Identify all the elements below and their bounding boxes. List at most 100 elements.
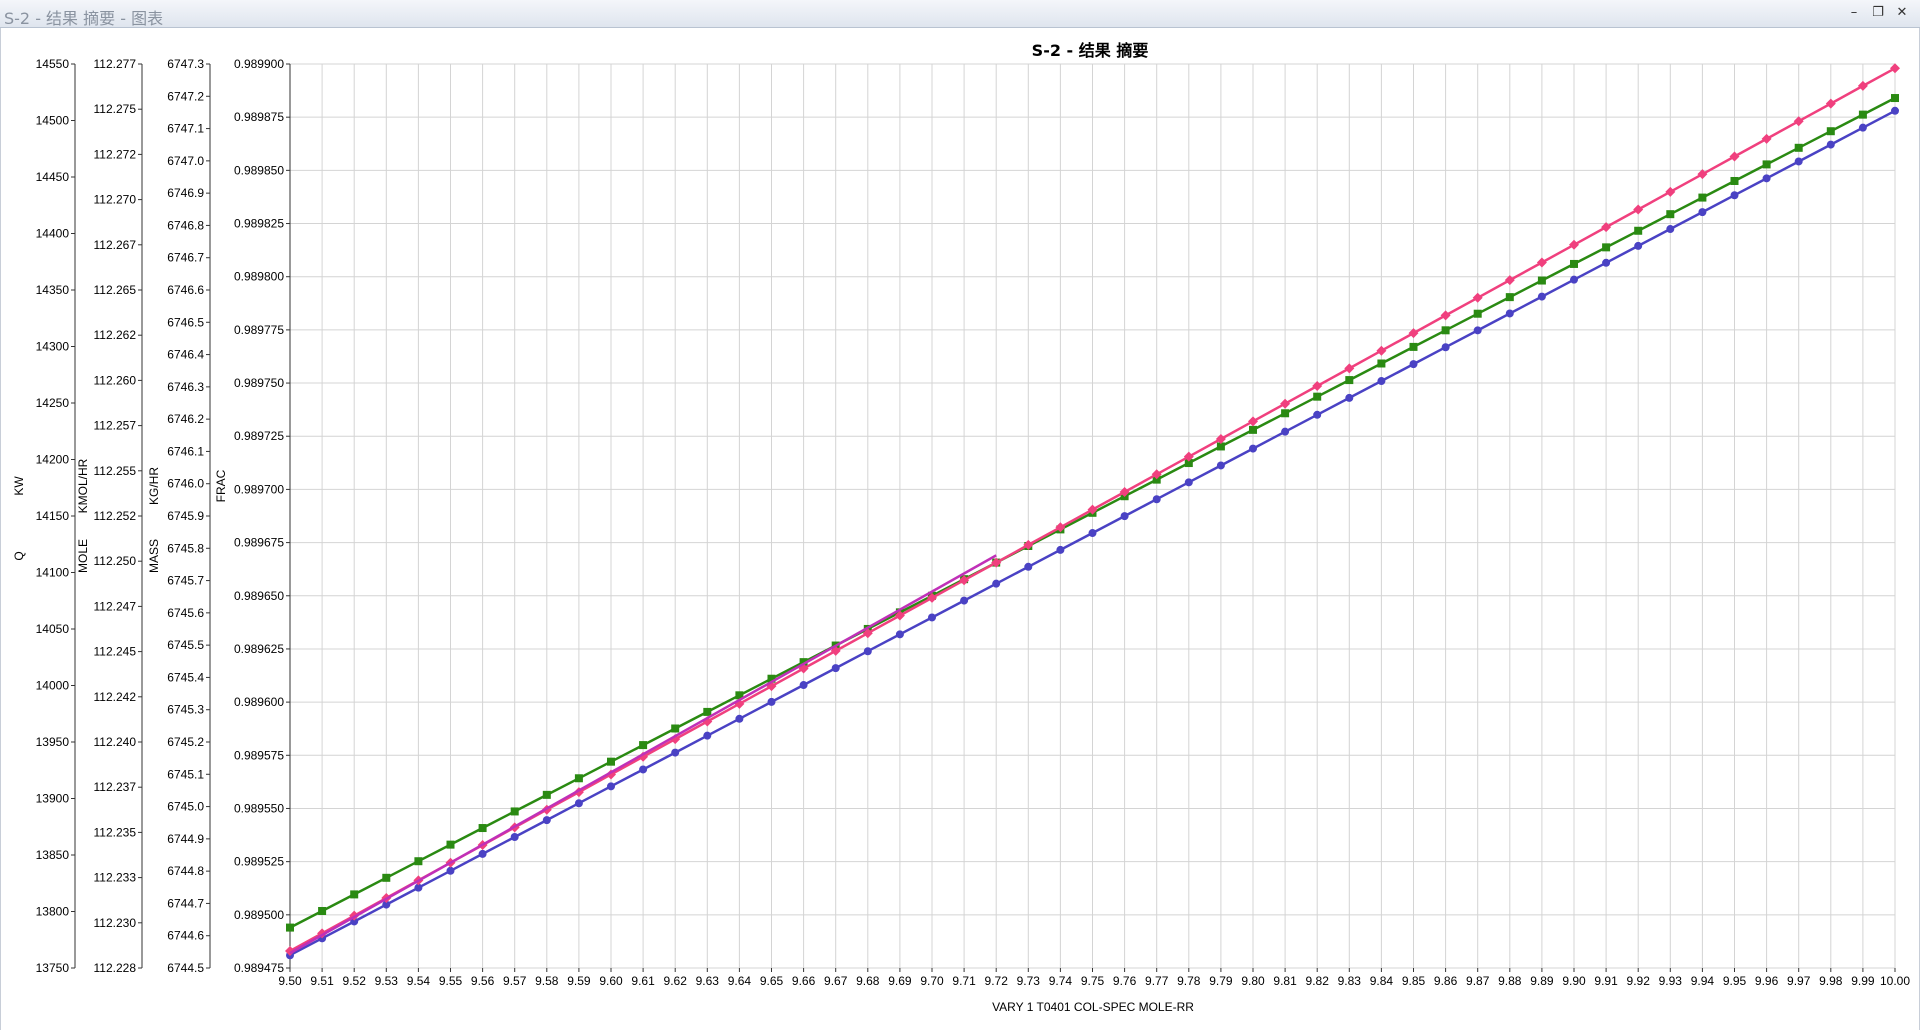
- x-tick-label: 9.99: [1851, 974, 1875, 988]
- series-point-square: [1570, 259, 1578, 268]
- x-tick-label: 9.56: [471, 974, 495, 988]
- y-tick-label-mole: 112.233: [94, 871, 137, 885]
- series-point-circle: [1891, 106, 1899, 115]
- y-axis-name-q: Q: [12, 551, 26, 560]
- y-tick-label-mass: 6746.2: [167, 412, 204, 426]
- close-button[interactable]: ✕: [1892, 4, 1912, 22]
- y-tick-label-mole: 112.242: [94, 690, 137, 704]
- x-tick-label: 9.57: [503, 974, 527, 988]
- series-point-circle: [831, 664, 840, 673]
- y-axis-unit-q: KW: [12, 476, 26, 496]
- series-point-circle: [639, 765, 648, 774]
- series-point-square: [1762, 160, 1771, 169]
- y-tick-label-mass: 6746.0: [167, 477, 204, 491]
- series-point-diamond: [1890, 63, 1900, 74]
- series-point-circle: [542, 816, 551, 825]
- y-tick-label-q: 14350: [36, 283, 70, 297]
- x-tick-label: 9.72: [985, 974, 1009, 988]
- series-point-circle: [1152, 495, 1161, 504]
- y-tick-label-q: 14300: [36, 340, 70, 354]
- series-point-diamond: [1248, 416, 1258, 427]
- series-point-circle: [1024, 562, 1033, 571]
- minimize-button[interactable]: –: [1844, 4, 1864, 22]
- y-axis-unit-mole: KMOL/HR: [76, 458, 90, 513]
- y-tick-label-mass: 6747.1: [167, 122, 204, 136]
- series-point-diamond: [1344, 363, 1355, 374]
- y-tick-label-mass: 6745.5: [167, 638, 204, 652]
- series-point-circle: [510, 833, 519, 842]
- y-tick-label-mass: 6744.9: [167, 832, 204, 846]
- series-point-diamond: [1312, 381, 1323, 392]
- y-tick-label-mole: 112.228: [94, 961, 137, 975]
- series-point-square: [1473, 309, 1482, 318]
- series-point-circle: [992, 579, 1001, 588]
- series-point-square: [1377, 359, 1386, 368]
- y-tick-label-frac: 0.989600: [234, 695, 284, 709]
- x-tick-label: 9.78: [1177, 974, 1201, 988]
- x-tick-label: 9.76: [1113, 974, 1137, 988]
- series-point-circle: [799, 681, 808, 690]
- y-tick-label-q: 14100: [36, 566, 70, 580]
- series-point-circle: [1570, 275, 1578, 284]
- x-tick-label: 9.86: [1434, 974, 1458, 988]
- y-tick-label-q: 13950: [36, 735, 70, 749]
- x-tick-label: 9.55: [439, 974, 463, 988]
- series-point-square: [639, 741, 648, 750]
- y-tick-label-mole: 112.260: [94, 373, 137, 387]
- x-tick-label: 9.97: [1787, 974, 1811, 988]
- restore-button[interactable]: ❐: [1868, 4, 1888, 22]
- series-point-circle: [1537, 292, 1546, 301]
- series-point-square: [1891, 94, 1899, 103]
- series-point-circle: [1409, 360, 1418, 369]
- series-point-diamond: [1761, 133, 1772, 144]
- series-point-square: [414, 857, 423, 866]
- x-tick-label: 9.65: [760, 974, 784, 988]
- series-point-circle: [607, 782, 615, 791]
- window-title: S-2 - 结果 摘要 - 图表: [4, 9, 164, 28]
- x-tick-label: 9.54: [407, 974, 431, 988]
- series-point-circle: [767, 697, 776, 706]
- x-tick-label: 9.50: [278, 974, 302, 988]
- series-point-circle: [478, 849, 487, 858]
- y-tick-label-frac: 0.989575: [234, 748, 284, 762]
- series-point-square: [382, 873, 391, 882]
- series-point-square: [478, 824, 487, 833]
- y-tick-label-q: 14150: [36, 509, 70, 523]
- y-tick-label-mole: 112.250: [94, 554, 137, 568]
- y-tick-label-mole: 112.277: [94, 57, 137, 71]
- x-tick-label: 9.64: [728, 974, 752, 988]
- y-tick-label-mass: 6747.0: [167, 154, 204, 168]
- series-point-circle: [1377, 377, 1386, 386]
- series-point-circle: [1056, 545, 1065, 554]
- x-tick-label: 9.96: [1755, 974, 1779, 988]
- y-tick-label-mass: 6745.4: [167, 670, 204, 684]
- y-tick-label-q: 13750: [36, 961, 70, 975]
- x-tick-label: 9.51: [310, 974, 334, 988]
- y-tick-label-frac: 0.989875: [234, 110, 284, 124]
- x-tick-label: 9.85: [1402, 974, 1426, 988]
- series-point-diamond: [1472, 292, 1483, 303]
- series-point-square: [1858, 110, 1867, 119]
- series-point-circle: [1473, 326, 1482, 335]
- x-tick-label: 9.84: [1370, 974, 1394, 988]
- series-point-circle: [1441, 343, 1450, 352]
- y-tick-label-mole: 112.255: [94, 464, 137, 478]
- x-tick-label: 9.80: [1241, 974, 1265, 988]
- y-tick-label-mass: 6745.0: [167, 800, 204, 814]
- series-point-circle: [1634, 241, 1643, 250]
- x-tick-label: 9.89: [1530, 974, 1554, 988]
- x-tick-label: 9.69: [888, 974, 912, 988]
- series-point-square: [318, 906, 327, 915]
- series-point-circle: [928, 613, 936, 622]
- y-tick-label-mass: 6745.3: [167, 703, 204, 717]
- series-point-square: [1281, 409, 1290, 418]
- y-axis-unit-mass: KG/HR: [147, 467, 161, 505]
- y-tick-label-mole: 112.240: [94, 735, 137, 749]
- y-tick-label-frac: 0.989625: [234, 642, 284, 656]
- y-tick-label-mass: 6746.5: [167, 315, 204, 329]
- x-tick-label: 9.66: [792, 974, 816, 988]
- y-tick-label-q: 14200: [36, 453, 70, 467]
- y-tick-label-frac: 0.989750: [234, 376, 284, 390]
- x-tick-label: 9.61: [631, 974, 655, 988]
- y-tick-label-q: 13800: [36, 905, 70, 919]
